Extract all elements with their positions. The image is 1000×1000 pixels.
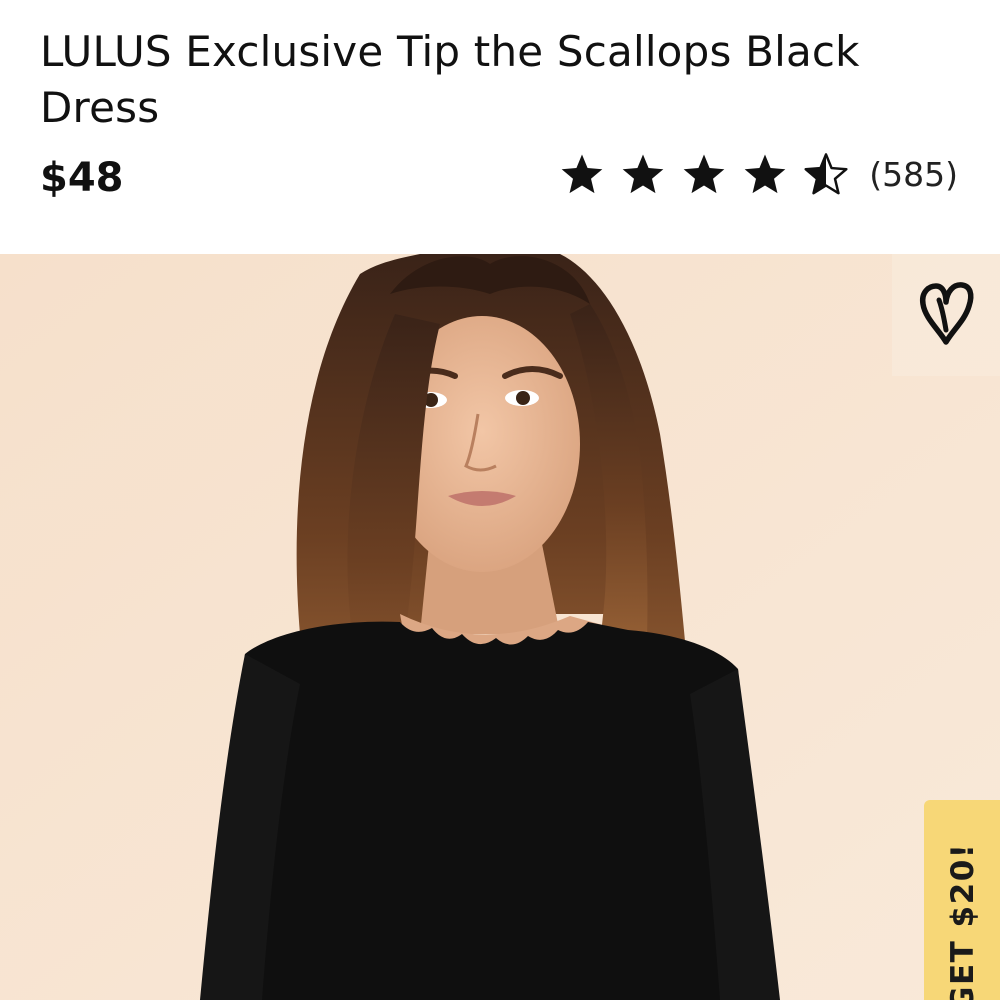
star-filled-icon [622, 154, 664, 194]
product-image[interactable] [0, 254, 1000, 1000]
promo-tab[interactable]: GET $20! [924, 800, 1000, 1000]
rating-stars [559, 151, 849, 197]
star-filled-icon [744, 154, 786, 194]
star-filled-icon [683, 154, 725, 194]
model-photo [0, 254, 1000, 1000]
product-title: LULUS Exclusive Tip the Scallops Black D… [40, 27, 860, 132]
heart-outline-icon [919, 282, 974, 345]
favorite-button[interactable] [892, 254, 1000, 376]
product-price: $48 [40, 155, 124, 201]
product-rating[interactable]: (585) [559, 146, 958, 202]
product-page: LULUS Exclusive Tip the Scallops Black D… [0, 0, 1000, 1000]
star-half-icon [804, 153, 848, 195]
product-header: LULUS Exclusive Tip the Scallops Black D… [0, 0, 1000, 254]
star-filled-icon [561, 154, 603, 194]
promo-label: GET $20! [945, 842, 981, 1000]
review-count[interactable]: (585) [869, 155, 958, 194]
